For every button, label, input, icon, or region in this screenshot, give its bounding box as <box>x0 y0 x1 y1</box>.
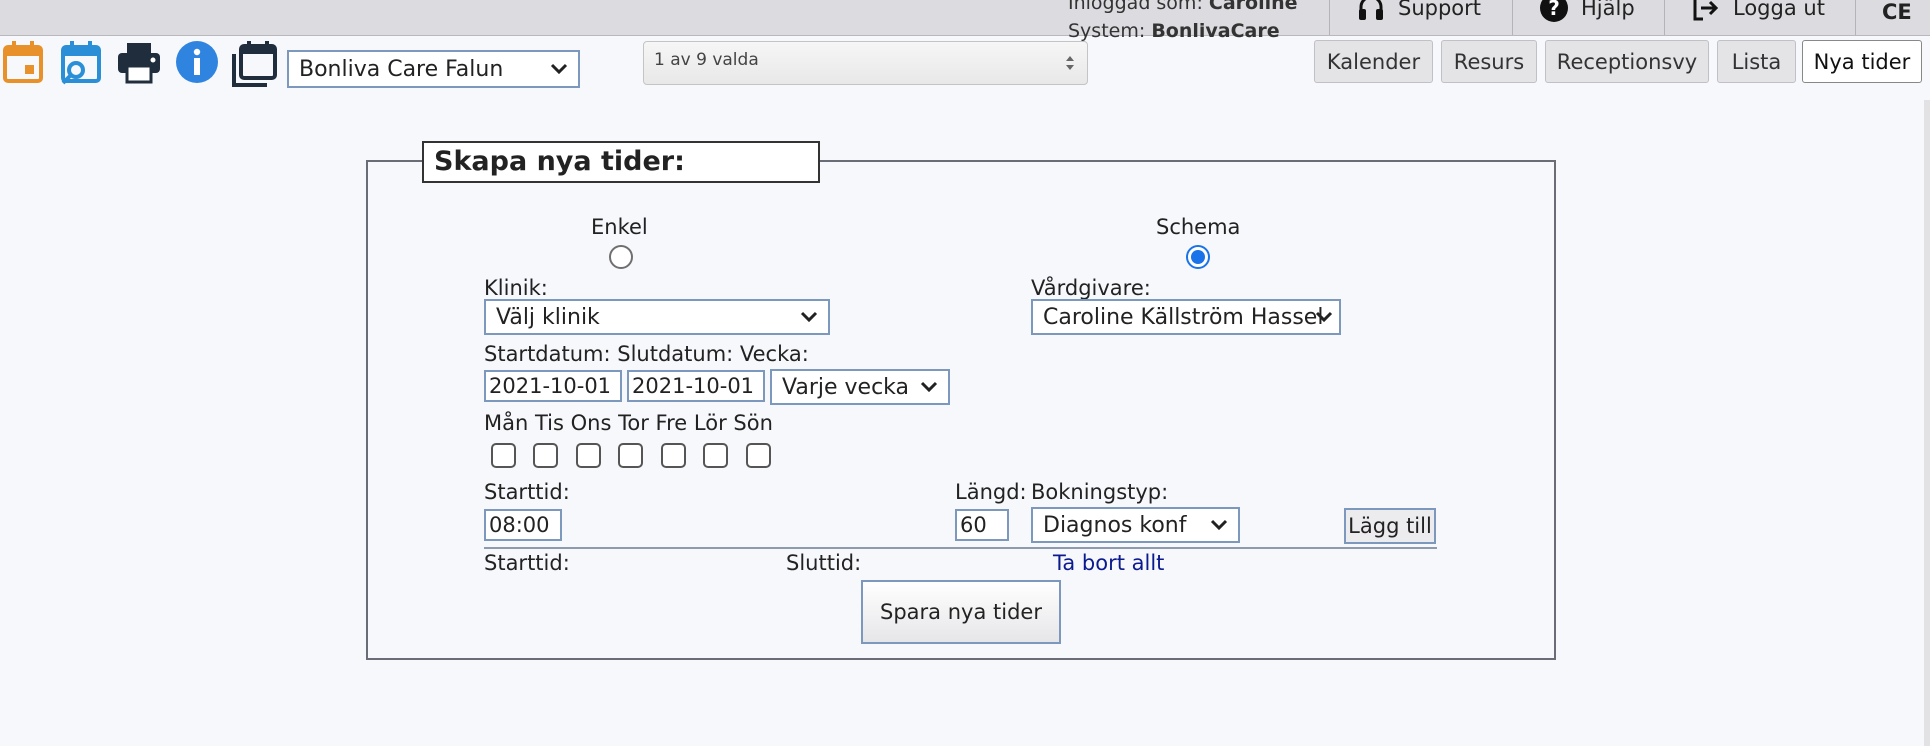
calendar-icon[interactable] <box>2 40 44 84</box>
clinic-select[interactable]: Bonliva Care Falun <box>287 50 580 88</box>
tab-label: Receptionsvy <box>1556 49 1698 74</box>
list-end-label: Sluttid: <box>786 551 862 575</box>
support-button[interactable]: Support <box>1329 0 1512 35</box>
help-label: Hjälp <box>1581 0 1635 20</box>
logged-in-user: Caroline <box>1208 0 1298 14</box>
list-start-label: Starttid: <box>484 551 570 575</box>
start-time-value: 08:00 <box>489 513 550 537</box>
date-labels: Startdatum: Slutdatum: Vecka: <box>484 342 809 366</box>
tab-label: Nya tider <box>1813 49 1911 74</box>
tab-label: Kalender <box>1326 49 1421 74</box>
day-label-fri: Fre <box>655 411 688 435</box>
sort-arrows-icon <box>1066 56 1074 70</box>
logged-in-label: Inloggad som: <box>1068 0 1203 14</box>
chevron-down-icon <box>550 63 568 75</box>
tab-nya-tider[interactable]: Nya tider <box>1802 40 1922 83</box>
booking-type-select[interactable]: Diagnos konf <box>1031 507 1240 543</box>
end-date-input[interactable]: 2021-10-01 <box>627 370 765 402</box>
day-checkbox-sun[interactable] <box>746 443 771 468</box>
tab-label: Lista <box>1731 49 1782 74</box>
day-checkbox-tue[interactable] <box>533 443 558 468</box>
calendar-search-icon[interactable] <box>60 40 104 86</box>
system-name: BonlivaCare <box>1151 20 1280 42</box>
weekday-labels: Mån Tis Ons Tor Fre Lör Sön <box>484 411 773 435</box>
panel-title: Skapa nya tider: <box>422 141 820 183</box>
clinic-label: Klinik: <box>484 276 548 300</box>
mode-single-radio[interactable] <box>609 245 633 269</box>
add-button[interactable]: Lägg till <box>1344 508 1436 544</box>
logout-icon <box>1693 0 1719 20</box>
tab-lista[interactable]: Lista <box>1717 40 1796 83</box>
login-info: Inloggad som: Caroline System: BonlivaCa… <box>1068 0 1298 45</box>
booking-type-value: Diagnos konf <box>1043 512 1187 538</box>
help-button[interactable]: ? Hjälp <box>1512 0 1664 35</box>
day-label-tue: Tis <box>534 411 564 435</box>
chevron-down-icon <box>1210 519 1228 531</box>
start-date-value: 2021-10-01 <box>489 374 612 398</box>
multi-select[interactable]: 1 av 9 valda <box>643 41 1088 85</box>
day-checkbox-mon[interactable] <box>491 443 516 468</box>
ce-mark-text: CE <box>1882 0 1912 24</box>
print-icon[interactable] <box>116 40 162 84</box>
tab-kalender[interactable]: Kalender <box>1314 40 1433 83</box>
mode-schedule-radio[interactable] <box>1186 245 1210 269</box>
start-date-input[interactable]: 2021-10-01 <box>484 370 622 402</box>
start-time-input[interactable]: 08:00 <box>484 509 562 541</box>
chevron-down-icon <box>920 381 938 393</box>
ce-mark: CE <box>1855 0 1930 35</box>
clinic-select-value: Bonliva Care Falun <box>299 56 504 82</box>
week-value: Varje vecka <box>782 374 909 400</box>
chevron-down-icon <box>800 311 818 323</box>
day-label-sat: Lör <box>693 411 727 435</box>
logout-button[interactable]: Logga ut <box>1664 0 1855 35</box>
day-label-wed: Ons <box>570 411 612 435</box>
tab-receptionsvy[interactable]: Receptionsvy <box>1545 40 1709 83</box>
remove-all-link[interactable]: Ta bort allt <box>1053 551 1164 575</box>
help-icon: ? <box>1540 0 1568 22</box>
length-label: Längd: <box>955 480 1027 504</box>
calendar-copy-icon[interactable] <box>230 40 278 88</box>
day-label-mon: Mån <box>484 411 529 435</box>
end-date-value: 2021-10-01 <box>632 374 755 398</box>
logout-label: Logga ut <box>1733 0 1825 20</box>
info-icon[interactable] <box>175 40 219 84</box>
caregiver-select[interactable]: Caroline Källström Hassel <box>1031 299 1341 335</box>
day-checkbox-sat[interactable] <box>703 443 728 468</box>
caregiver-value: Caroline Källström Hassel <box>1043 304 1324 330</box>
top-bar: Inloggad som: Caroline System: BonlivaCa… <box>0 0 1930 42</box>
form-clinic-value: Välj klinik <box>496 304 600 330</box>
mode-single-label: Enkel <box>591 215 648 239</box>
week-select[interactable]: Varje vecka <box>770 369 950 405</box>
booking-type-label: Bokningstyp: <box>1031 480 1169 504</box>
chevron-down-icon <box>1315 311 1333 323</box>
caregiver-label: Vårdgivare: <box>1031 276 1151 300</box>
scrollbar-edge <box>1924 100 1930 746</box>
day-checkbox-fri[interactable] <box>661 443 686 468</box>
tab-resurs[interactable]: Resurs <box>1441 40 1537 83</box>
form-clinic-select[interactable]: Välj klinik <box>484 299 830 335</box>
headset-icon <box>1359 0 1383 20</box>
mode-schedule-label: Schema <box>1156 215 1241 239</box>
support-label: Support <box>1398 0 1482 20</box>
tab-label: Resurs <box>1453 49 1525 74</box>
day-label-sun: Sön <box>733 411 773 435</box>
day-label-thu: Tor <box>618 411 649 435</box>
length-input[interactable]: 60 <box>955 509 1009 541</box>
svg-text:?: ? <box>1548 0 1560 20</box>
start-time-label: Starttid: <box>484 480 570 504</box>
day-checkbox-thu[interactable] <box>618 443 643 468</box>
day-checkbox-wed[interactable] <box>576 443 601 468</box>
save-button[interactable]: Spara nya tider <box>861 580 1061 644</box>
multi-select-value: 1 av 9 valda <box>654 50 759 70</box>
system-label: System: <box>1068 20 1146 42</box>
length-value: 60 <box>960 513 987 537</box>
divider <box>484 547 1437 549</box>
